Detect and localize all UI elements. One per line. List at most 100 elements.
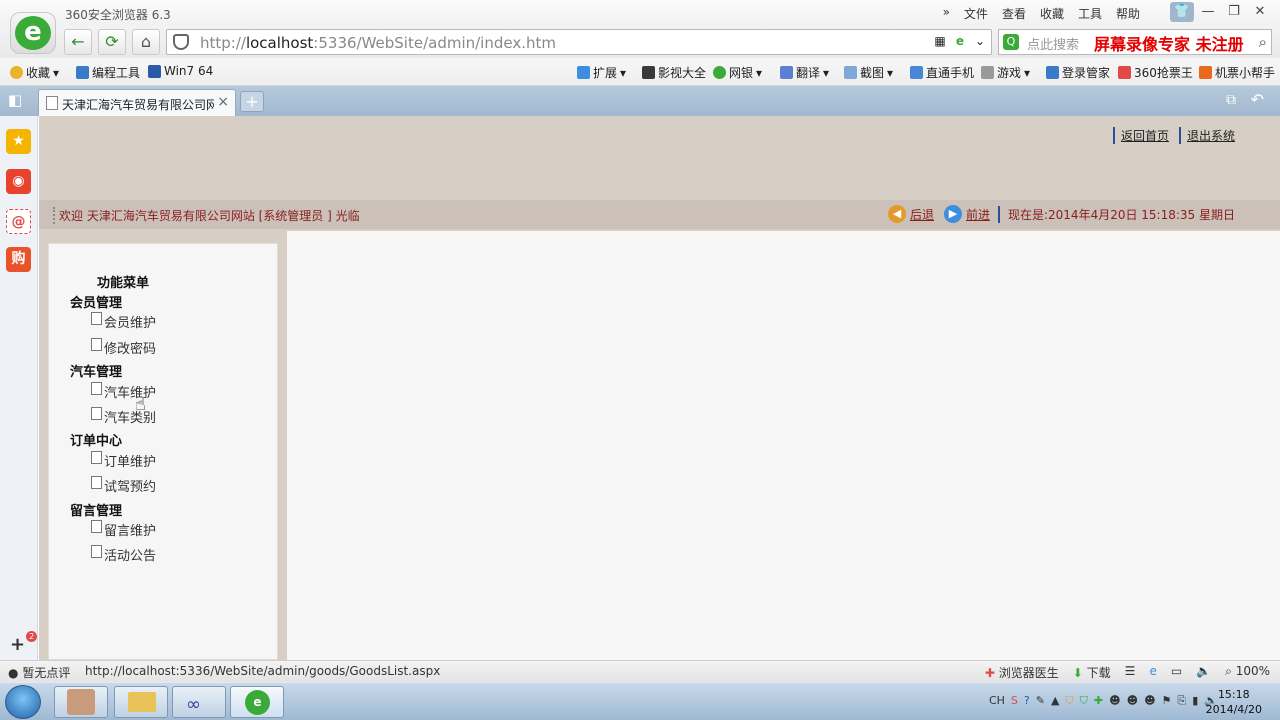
qq-icon[interactable]: ☻ [1109,694,1120,708]
menu-file[interactable]: 文件 [964,5,988,22]
mail-icon[interactable]: @ [6,209,31,234]
download[interactable]: ⬇ 下载 [1073,664,1111,681]
screen-icon[interactable]: ▭ [1171,664,1182,681]
new-tab-button[interactable]: + [240,91,264,112]
url-text[interactable]: http://localhost:5336/WebSite/admin/inde… [200,34,556,52]
taskbar-explorer[interactable] [114,686,168,718]
dropdown-icon[interactable]: ⌄ [973,34,987,48]
back-button[interactable]: ← [64,29,92,55]
fav-collect[interactable]: 收藏 ▾ [10,64,59,81]
usb-icon[interactable]: ⎘ [1177,694,1186,708]
fav-flight[interactable]: 机票小帮手 [1199,64,1275,81]
search-box[interactable]: Q 点此搜索 屏幕录像专家 未注册 ⌕ [998,29,1272,55]
add-icon[interactable]: + [10,634,25,655]
menu-item-label: 汽车类别 [104,411,157,426]
video-icon [642,66,655,79]
fav-login[interactable]: 登录管家 [1046,64,1110,81]
skin-icon[interactable]: 👕 [1170,2,1194,22]
undo-close-icon[interactable]: ↶ [1251,90,1264,109]
weibo-icon[interactable]: ◉ [6,169,31,194]
network-icon[interactable]: ▮ [1192,694,1198,708]
fav-extensions[interactable]: 扩展 ▾ [577,64,626,81]
menu-item-label: 试驾预约 [104,480,157,495]
page-header: 返回首页 退出系统 [39,116,1280,200]
shield-tray-icon[interactable]: ⛉ [1065,694,1073,708]
menu-more-icon[interactable]: » [943,5,950,22]
minimize-button[interactable]: — [1196,2,1220,22]
ime-lang[interactable]: CH [989,694,1005,708]
menu-item-test-drive[interactable]: 试驾预约 [91,476,156,495]
fav-bank[interactable]: 网银 ▾ [713,64,762,81]
fav-tickets[interactable]: 360抢票王 [1118,64,1193,81]
clock[interactable]: 15:18 2014/4/20 [1206,687,1262,717]
folder-icon [128,692,156,712]
menu-item-order-maintain[interactable]: 订单维护 [91,451,156,470]
close-button[interactable]: ✕ [1248,2,1272,22]
speaker-icon[interactable]: 🔈 [1196,664,1211,681]
refresh-button[interactable]: ⟳ [98,29,126,55]
start-button[interactable] [5,685,41,719]
zoom-icon: ⌕ [1225,664,1232,678]
welcome-bar: 欢迎 天津汇海汽车贸易有限公司网站 [系统管理员 ] 光临 ◀ 后退 ▶ 前进 … [39,200,1280,229]
fav-win7[interactable]: Win7 64 [148,64,213,78]
pen-icon[interactable]: ✎ [1036,694,1045,708]
review-icon: ● [8,666,19,680]
speed-icon[interactable]: ☰ [1125,664,1136,681]
menu-tools[interactable]: 工具 [1078,5,1102,22]
menu-item-message-maintain[interactable]: 留言维护 [91,520,156,539]
plus-tray-icon[interactable]: ✚ [1094,694,1103,708]
taskbar-avatar-app[interactable] [54,686,108,718]
page-forward-link[interactable]: 前进 [966,206,990,223]
url-host: localhost [245,34,314,52]
translate-icon [780,66,793,79]
menu-item-car-category[interactable]: 汽车类别 [91,407,156,426]
search-icon[interactable]: ⌕ [1259,33,1267,51]
zoom[interactable]: ⌕ 100% [1225,664,1270,681]
fav-video[interactable]: 影视大全 [642,64,706,81]
restore-tabs-icon[interactable]: ⧉ [1226,92,1236,108]
search-engine-icon[interactable]: Q [1003,34,1019,50]
fav-label: 编程工具 [92,66,141,80]
menu-help[interactable]: 帮助 [1116,5,1140,22]
fav-programming[interactable]: 编程工具 [76,64,140,81]
menu-item-member-maintain[interactable]: 会员维护 [91,312,156,331]
qq3-icon[interactable]: ☻ [1144,694,1155,708]
tab-close-icon[interactable]: × [217,94,229,110]
fav-translate[interactable]: 翻译 ▾ [780,64,829,81]
fav-mobile[interactable]: 直通手机 [910,64,974,81]
ie-mode-icon[interactable]: e [953,34,967,48]
tab-active[interactable]: 天津汇海汽车贸易有限公司网站后台 × [38,89,236,116]
taskbar-vs[interactable]: ∞ [172,686,226,718]
taskbar-360-browser[interactable]: e [230,686,284,718]
fav-label: 游戏 [997,66,1022,80]
page-back-link[interactable]: 后退 [910,206,934,223]
fav-games[interactable]: 游戏 ▾ [981,64,1030,81]
shop-icon[interactable]: 购 [6,247,31,272]
review-status[interactable]: ● 暂无点评 [8,664,70,681]
status-url: http://localhost:5336/WebSite/admin/good… [85,664,441,678]
help-icon[interactable]: ? [1024,694,1030,708]
qq2-icon[interactable]: ☻ [1127,694,1138,708]
search-input[interactable]: 点此搜索 [1027,34,1079,53]
sogou-icon[interactable]: S [1011,694,1018,708]
menu-item-announcement[interactable]: 活动公告 [91,545,156,564]
star-icon[interactable]: ★ [6,129,31,154]
menu-favorites[interactable]: 收藏 [1040,5,1064,22]
sidebar-toggle-icon[interactable]: ◧ [8,91,22,109]
side-bar: ★ ◉ @ 购 + 2 [0,116,38,660]
logout-link[interactable]: 退出系统 [1178,127,1235,144]
home-link[interactable]: 返回首页 [1112,127,1169,144]
browser-doctor[interactable]: ✚ 浏览器医生 [985,664,1059,681]
url-bar[interactable]: http://localhost:5336/WebSite/admin/inde… [166,29,992,55]
restore-button[interactable]: ❐ [1222,2,1246,22]
fav-screenshot[interactable]: 截图 ▾ [844,64,893,81]
flag-icon[interactable]: ⚑ [1162,694,1172,708]
qrcode-icon[interactable]: ▦ [933,34,947,48]
ie-icon[interactable]: e [1149,664,1156,681]
menu-view[interactable]: 查看 [1002,5,1026,22]
home-button[interactable]: ⌂ [132,29,160,55]
menu-item-car-maintain[interactable]: 汽车维护 [91,382,156,401]
tray-up-icon[interactable]: ▲ [1051,694,1059,708]
360-safe-icon[interactable]: ⛉ [1080,694,1088,708]
menu-item-change-password[interactable]: 修改密码 [91,338,156,357]
